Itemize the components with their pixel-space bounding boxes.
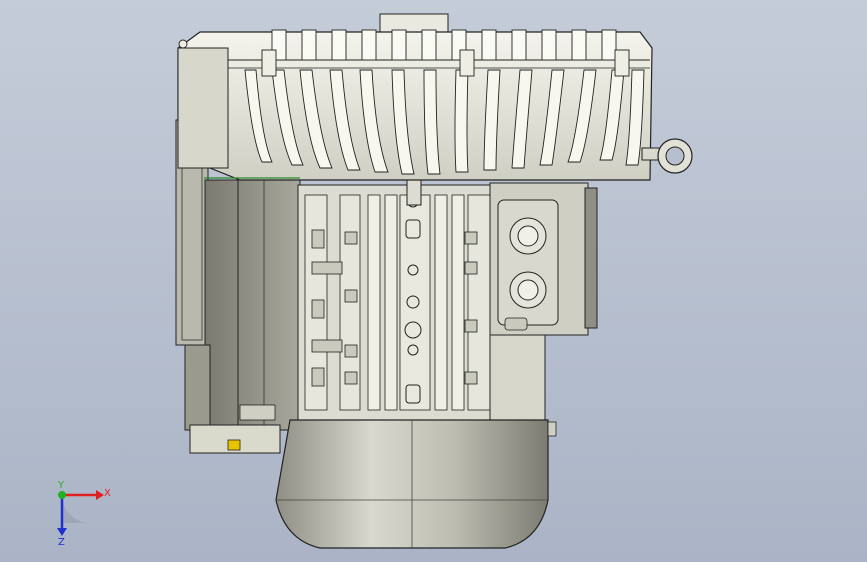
y-axis-dot [58, 491, 66, 499]
cable-gland-lower [509, 271, 547, 309]
terminal-box[interactable] [489, 182, 598, 421]
motor-body[interactable] [297, 159, 499, 433]
orientation-triad [57, 490, 104, 536]
x-axis-label: X [104, 488, 111, 499]
blower-housing[interactable] [177, 13, 653, 181]
cable-gland-upper [509, 217, 547, 255]
y-axis-label: Y [58, 480, 65, 491]
3d-viewport[interactable]: X Y Z [0, 0, 867, 562]
z-axis-label: Z [58, 537, 65, 548]
motor-end-cap[interactable] [275, 419, 557, 549]
model-view[interactable] [0, 0, 867, 562]
